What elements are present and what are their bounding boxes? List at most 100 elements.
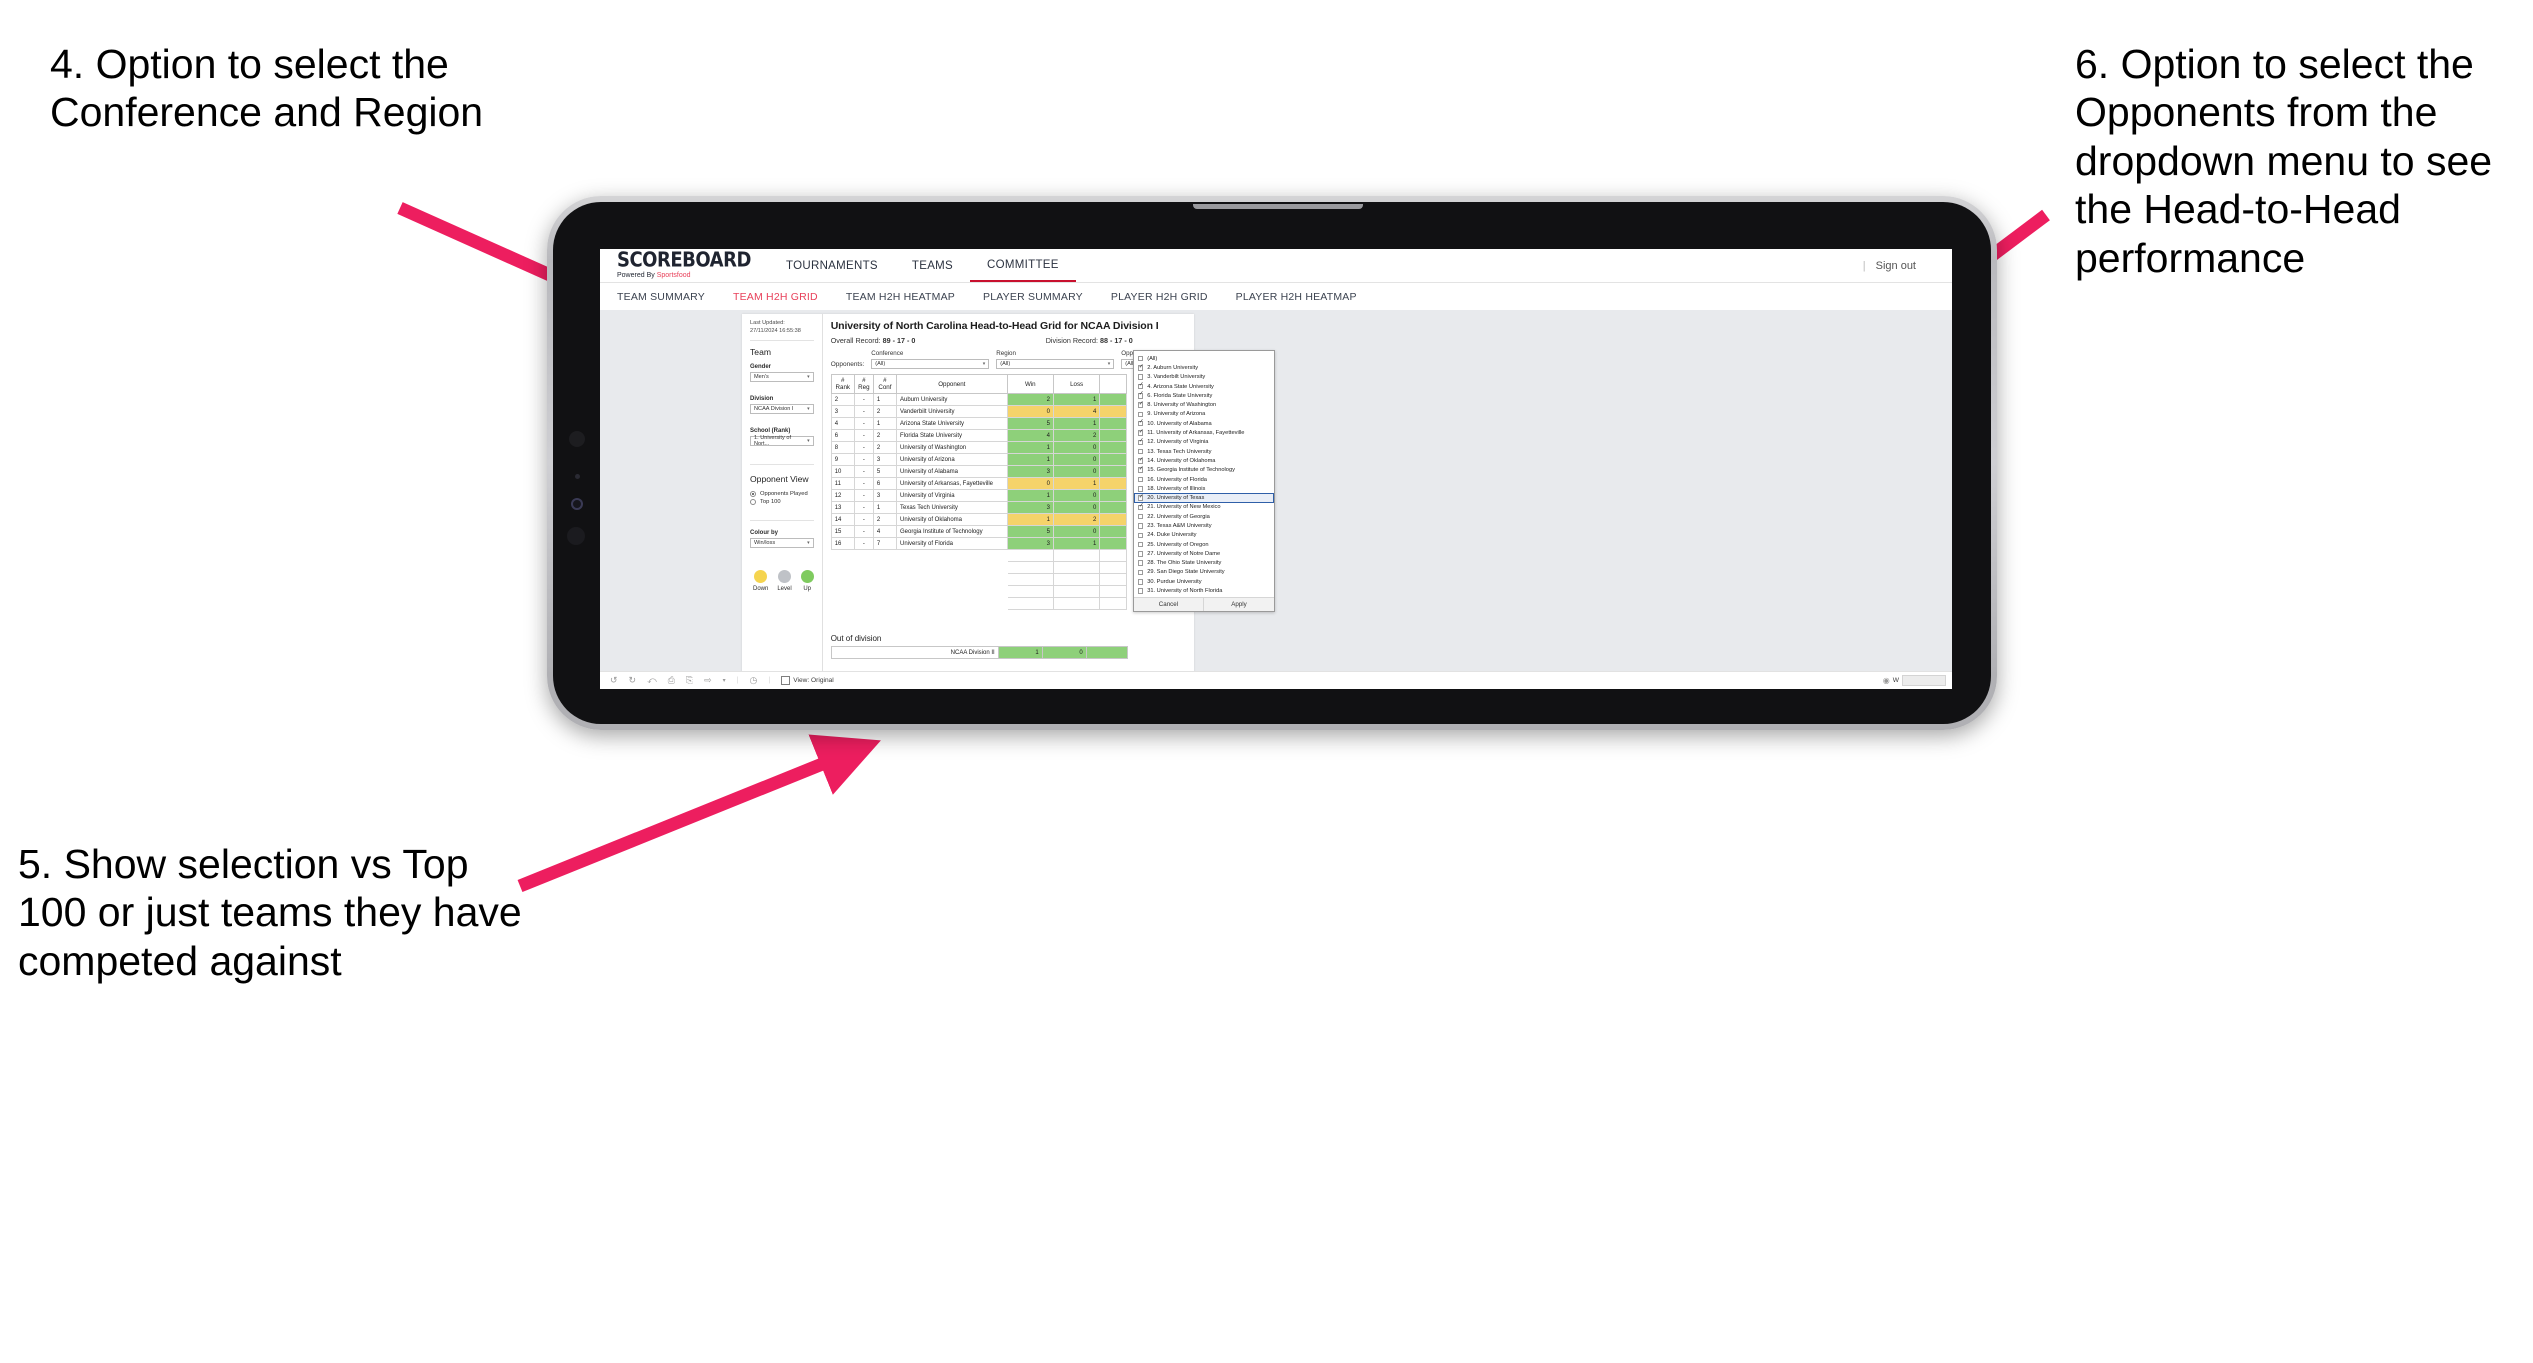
tab-team-h2h-grid[interactable]: TEAM H2H GRID <box>733 291 818 303</box>
checkbox-icon[interactable] <box>1137 532 1144 539</box>
table-row[interactable]: 9-3 University of Arizona 1 0 <box>830 453 1127 467</box>
opponent-option[interactable]: 14. University of Oklahoma <box>1134 456 1274 465</box>
opponent-option[interactable]: (All) <box>1134 354 1274 363</box>
opponent-option[interactable]: 16. University of Florida <box>1134 475 1274 484</box>
opponent-option[interactable]: 13. Texas Tech University <box>1134 447 1274 456</box>
checkbox-icon[interactable] <box>1137 466 1143 473</box>
toolbar-pill[interactable] <box>1902 675 1946 686</box>
table-row[interactable]: 16-7 University of Florida 3 1 <box>830 537 1127 551</box>
school-select[interactable]: 1. University of Nort... ▾ <box>750 435 814 447</box>
checkbox-icon[interactable] <box>1137 513 1144 520</box>
refresh-icon[interactable]: ⎙ <box>668 675 675 686</box>
table-row[interactable]: 10-5 University of Alabama 3 0 <box>830 465 1127 479</box>
opponent-option[interactable]: 21. University of New Mexico <box>1134 503 1274 512</box>
table-row[interactable]: 13-1 Texas Tech University 3 0 <box>830 501 1127 515</box>
region-select[interactable]: (All) ▾ <box>996 359 1115 369</box>
table-row[interactable]: 15-4 Georgia Institute of Technology 5 0 <box>830 525 1127 539</box>
tab-team-h2h-heatmap[interactable]: TEAM H2H HEATMAP <box>846 291 955 303</box>
checkbox-icon[interactable] <box>1137 523 1144 529</box>
opponent-option[interactable]: 31. University of North Florida <box>1134 586 1274 595</box>
checkbox-icon[interactable] <box>1137 438 1143 446</box>
opponent-dropdown-panel[interactable]: (All) 2. Auburn University 3. Vanderbilt U… <box>1132 350 1275 612</box>
checkbox-icon[interactable] <box>1137 486 1144 492</box>
opponent-option[interactable]: 8. University of Washington <box>1134 400 1274 409</box>
table-row[interactable]: 11-6 University of Arkansas, Fayetteville… <box>830 477 1127 491</box>
radio-opponents-played[interactable]: Opponents Played <box>750 491 814 498</box>
table-row[interactable]: 6-2 Florida State University 4 2 <box>830 429 1127 443</box>
opponent-option[interactable]: 25. University of Oregon <box>1134 540 1274 549</box>
revert-icon[interactable]: ⤺ <box>647 675 657 686</box>
checkbox-icon[interactable] <box>1137 448 1144 455</box>
redo-icon[interactable]: ↻ <box>629 675 637 686</box>
opponent-option[interactable]: 11. University of Arkansas, Fayetteville <box>1134 428 1274 437</box>
cancel-button[interactable]: Cancel <box>1134 597 1205 611</box>
checkbox-icon[interactable] <box>1137 541 1144 548</box>
th-conf[interactable]: # Conf <box>872 373 897 395</box>
opponent-option[interactable]: 20. University of Texas <box>1133 493 1274 503</box>
opponent-option[interactable]: 9. University of Arizona <box>1134 410 1274 419</box>
undo-icon[interactable]: ↺ <box>610 675 618 686</box>
checkbox-icon[interactable] <box>1137 588 1144 594</box>
checkbox-icon[interactable] <box>1137 476 1144 483</box>
checkbox-icon[interactable] <box>1137 355 1144 362</box>
checkbox-icon[interactable] <box>1137 429 1143 436</box>
th-loss[interactable]: Loss <box>1052 373 1101 395</box>
table-row[interactable]: 4-1 Arizona State University 5 1 <box>830 417 1127 431</box>
opponent-option[interactable]: 23. Texas A&M University <box>1134 521 1274 530</box>
th-reg[interactable]: # Reg <box>853 373 874 395</box>
pause-refresh-icon[interactable]: ⎘ <box>686 675 693 686</box>
checkbox-icon[interactable] <box>1137 374 1144 380</box>
apply-button[interactable]: Apply <box>1204 598 1274 611</box>
checkbox-icon[interactable] <box>1137 579 1144 585</box>
table-row[interactable]: 8-2 University of Washington 1 0 <box>830 441 1127 455</box>
share-icon[interactable]: ⇨ <box>704 675 712 686</box>
table-row[interactable]: 3-2 Vanderbilt University 0 4 <box>830 405 1127 419</box>
tab-team-summary[interactable]: TEAM SUMMARY <box>617 291 705 303</box>
opponent-option[interactable]: 28. The Ohio State University <box>1134 559 1274 568</box>
opponent-option[interactable]: 2. Auburn University <box>1134 363 1274 372</box>
gender-select[interactable]: Men's ▾ <box>750 372 814 383</box>
chevron-down-icon[interactable]: ▾ <box>723 677 726 684</box>
nav-tournaments[interactable]: TOURNAMENTS <box>769 249 895 282</box>
opponent-option[interactable]: 30. Purdue University <box>1134 577 1274 586</box>
checkbox-icon[interactable] <box>1137 364 1143 371</box>
view-original-control[interactable]: View: Original <box>781 676 834 685</box>
opponent-dropdown-list[interactable]: (All) 2. Auburn University 3. Vanderbilt U… <box>1133 351 1274 597</box>
colour-by-select[interactable]: Win/loss ▾ <box>750 538 814 549</box>
checkbox-icon[interactable] <box>1137 551 1144 557</box>
table-row[interactable]: 14-2 University of Oklahoma 1 2 <box>830 513 1127 527</box>
tab-player-summary[interactable]: PLAYER SUMMARY <box>983 291 1083 303</box>
opponent-option[interactable]: 6. Florida State University <box>1134 391 1274 400</box>
opponent-option[interactable]: 4. Arizona State University <box>1134 382 1274 391</box>
opponent-option[interactable]: 3. Vanderbilt University <box>1134 373 1274 382</box>
scoreboard-logo[interactable]: SCOREBOARD Powered By Sportsfood <box>617 250 751 279</box>
table-row[interactable]: 12-3 University of Virginia 1 0 <box>830 489 1127 503</box>
opponent-option[interactable]: 18. University of Illinois <box>1134 484 1274 493</box>
checkbox-icon[interactable] <box>1137 382 1143 390</box>
nav-teams[interactable]: TEAMS <box>895 249 970 282</box>
history-icon[interactable]: ◷ <box>750 675 758 686</box>
checkbox-icon[interactable] <box>1137 560 1144 566</box>
th-win[interactable]: Win <box>1006 373 1054 395</box>
th-rank[interactable]: # Rank <box>830 373 855 395</box>
opponent-option[interactable]: 15. Georgia Institute of Technology <box>1134 466 1274 475</box>
tab-player-h2h-heatmap[interactable]: PLAYER H2H HEATMAP <box>1236 291 1357 303</box>
checkbox-icon[interactable] <box>1137 420 1143 427</box>
division-select[interactable]: NCAA Division I ▾ <box>750 404 814 415</box>
checkbox-icon[interactable] <box>1137 401 1143 408</box>
tab-player-h2h-grid[interactable]: PLAYER H2H GRID <box>1111 291 1208 303</box>
radio-top-100[interactable]: Top 100 <box>750 499 814 506</box>
table-row[interactable]: 2-1 Auburn University 2 1 <box>830 393 1127 407</box>
checkbox-icon[interactable] <box>1137 457 1143 464</box>
opponent-option[interactable]: 22. University of Georgia <box>1134 512 1274 521</box>
nav-committee[interactable]: COMMITTEE <box>970 249 1076 282</box>
opponent-option[interactable]: 29. San Diego State University <box>1134 568 1274 577</box>
checkbox-icon[interactable] <box>1137 392 1143 399</box>
checkbox-icon[interactable] <box>1137 503 1143 511</box>
checkbox-icon[interactable] <box>1137 494 1143 501</box>
checkbox-icon[interactable] <box>1137 411 1144 418</box>
opponent-option[interactable]: 10. University of Alabama <box>1134 419 1274 428</box>
eye-icon[interactable]: ◉ <box>1883 676 1890 685</box>
opponent-option[interactable]: 24. Duke University <box>1134 531 1274 540</box>
opponent-option[interactable]: 27. University of Notre Dame <box>1134 549 1274 558</box>
